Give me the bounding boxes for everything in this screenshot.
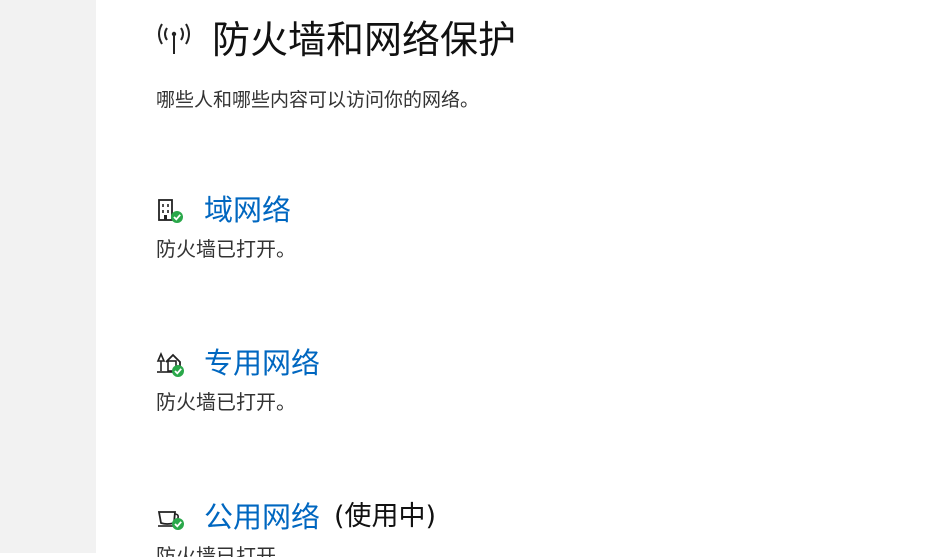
navigation-sidebar	[0, 0, 96, 553]
green-check-badge	[172, 365, 184, 377]
wireless-antenna-icon	[154, 20, 194, 60]
domain-network-status: 防火墙已打开。	[156, 237, 296, 261]
network-section-private: 专用网络 防火墙已打开。	[156, 343, 320, 417]
page-description: 哪些人和哪些内容可以访问你的网络。	[156, 89, 480, 111]
private-home-network-icon	[156, 348, 186, 378]
network-title-row: 专用网络	[156, 343, 320, 383]
domain-building-icon	[156, 195, 186, 225]
green-check-badge	[171, 211, 183, 223]
domain-network-link[interactable]: 域网络	[204, 190, 291, 230]
private-network-link[interactable]: 专用网络	[204, 343, 320, 383]
page-header: 防火墙和网络保护	[154, 14, 516, 66]
network-section-domain: 域网络 防火墙已打开。	[156, 190, 296, 264]
network-title-row: 公用网络 (使用中)	[156, 497, 436, 537]
main-content: 防火墙和网络保护 哪些人和哪些内容可以访问你的网络。 域网络 防火墙已打开。 专…	[96, 0, 942, 557]
network-section-public: 公用网络 (使用中) 防火墙已打开。	[156, 497, 436, 557]
public-coffee-cup-icon	[156, 502, 186, 532]
page-title: 防火墙和网络保护	[212, 18, 517, 62]
green-check-badge	[172, 518, 184, 530]
public-network-status: 防火墙已打开。	[156, 544, 296, 557]
in-use-label: (使用中)	[334, 501, 437, 532]
private-network-status: 防火墙已打开。	[156, 390, 296, 414]
public-network-link[interactable]: 公用网络	[204, 497, 320, 537]
network-title-row: 域网络	[156, 190, 296, 230]
